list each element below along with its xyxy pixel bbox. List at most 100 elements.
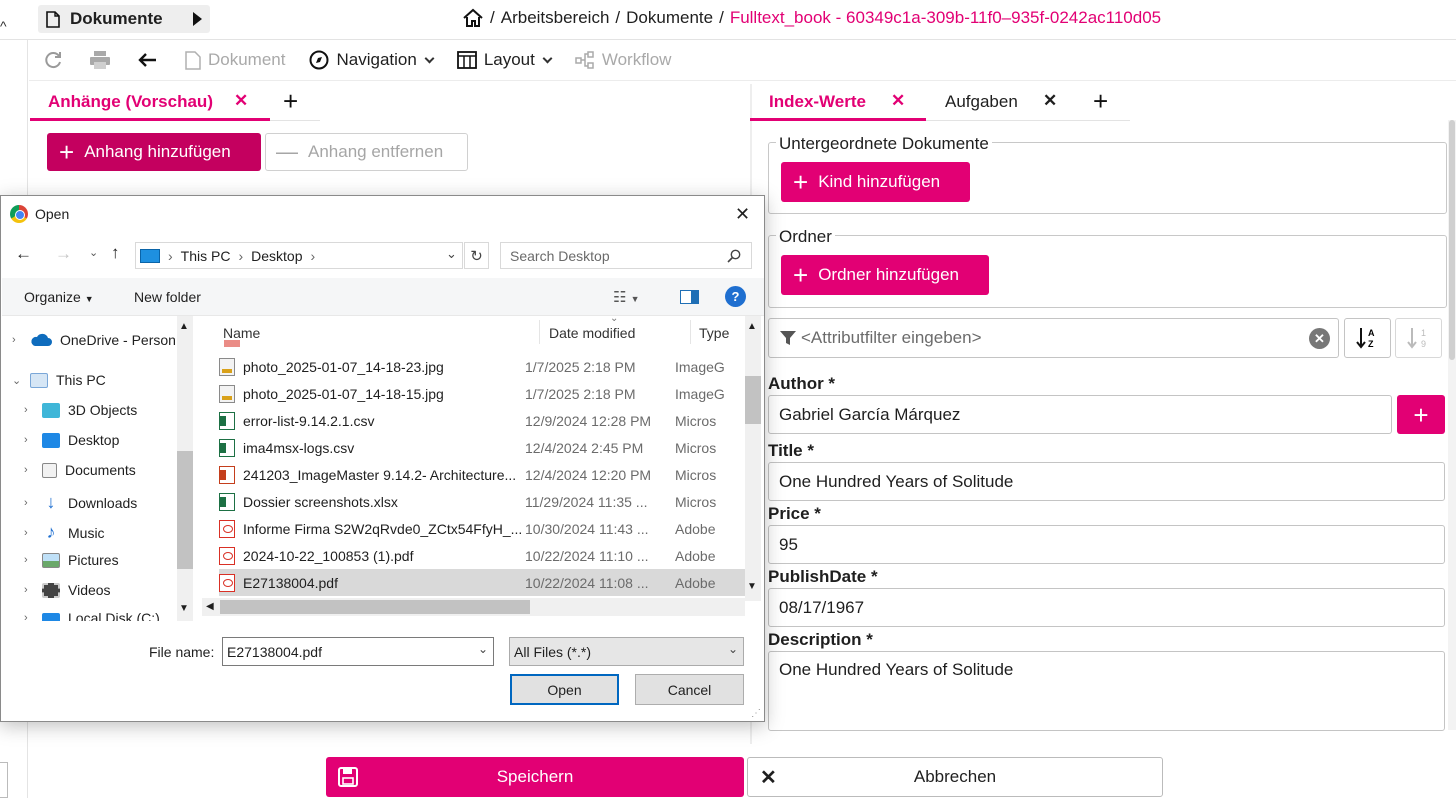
scroll-left-icon[interactable]: ◀	[206, 601, 214, 612]
breadcrumb-workspace[interactable]: Arbeitsbereich	[501, 8, 610, 28]
add-child-button[interactable]: + Kind hinzufügen	[781, 162, 970, 202]
collapsed-panel-handle[interactable]	[0, 762, 8, 798]
nav-item-onedrive[interactable]: › OneDrive - Person	[12, 332, 176, 348]
file-row[interactable]: Dossier screenshots.xlsx 11/29/2024 11:3…	[219, 488, 745, 515]
close-tab-icon[interactable]: ✕	[1043, 91, 1057, 111]
add-tab-icon[interactable]: +	[1093, 88, 1108, 114]
tab-index-values[interactable]: Index-Werte	[769, 92, 866, 112]
back-button[interactable]	[137, 52, 157, 68]
file-row[interactable]: photo_2025-01-07_14-18-23.jpg 1/7/2025 2…	[219, 353, 745, 380]
title-input[interactable]: One Hundred Years of Solitude	[768, 462, 1445, 501]
print-button[interactable]	[89, 50, 111, 70]
expand-arrow-icon[interactable]: ›	[24, 612, 34, 621]
layout-menu[interactable]: Layout	[456, 50, 553, 70]
save-button[interactable]: Speichern	[326, 757, 744, 797]
file-row[interactable]: Informe Firma S2W2qRvde0_ZCtx54FfyH_... …	[219, 515, 745, 542]
document-menu[interactable]: Dokument	[185, 50, 285, 70]
nav-item-documents[interactable]: › Documents	[24, 462, 136, 478]
right-pane-scrollbar[interactable]	[1448, 120, 1456, 730]
expand-arrow-icon[interactable]: ›	[24, 464, 34, 476]
author-input[interactable]: Gabriel García Márquez	[768, 395, 1392, 434]
cancel-button[interactable]: ✕ Abbrechen	[747, 757, 1163, 797]
refresh-button[interactable]	[43, 50, 63, 70]
close-tab-icon[interactable]: ✕	[234, 91, 248, 111]
file-row[interactable]: photo_2025-01-07_14-18-15.jpg 1/7/2025 2…	[219, 380, 745, 407]
remove-attachment-button[interactable]: — Anhang entfernen	[265, 133, 468, 171]
column-header-name[interactable]: Name	[223, 325, 260, 341]
nav-scrollbar[interactable]: ▲ ▼	[177, 316, 193, 621]
expand-arrow-icon[interactable]: ›	[12, 334, 22, 346]
nav-item-this-pc[interactable]: ⌄ This PC	[12, 372, 106, 388]
nav-item-music[interactable]: › ♪ Music	[24, 522, 105, 543]
search-input[interactable]: Search Desktop	[500, 242, 752, 269]
back-arrow-icon[interactable]: ←	[15, 244, 32, 264]
view-options-icon[interactable]: ☷ ▼	[613, 288, 640, 306]
column-divider[interactable]	[690, 320, 691, 344]
navigation-menu[interactable]: Navigation	[309, 50, 435, 70]
home-icon[interactable]	[462, 8, 484, 28]
nav-item-videos[interactable]: › Videos	[24, 582, 111, 598]
file-row[interactable]: ima4msx-logs.csv 12/4/2024 2:45 PM Micro…	[219, 434, 745, 461]
expand-arrow-icon[interactable]: ›	[24, 404, 34, 416]
refresh-icon[interactable]: ↻	[464, 242, 489, 269]
workflow-menu[interactable]: Workflow	[575, 50, 671, 70]
column-header-date[interactable]: Date modified	[549, 325, 635, 341]
scrollbar-thumb[interactable]	[220, 600, 530, 614]
expand-arrow-icon[interactable]: ›	[24, 554, 34, 566]
add-folder-button[interactable]: + Ordner hinzufügen	[781, 255, 989, 295]
play-icon[interactable]	[192, 12, 202, 26]
address-bar[interactable]: › This PC › Desktop › ⌄	[135, 242, 463, 269]
scroll-down-icon[interactable]: ▼	[747, 581, 757, 592]
chevron-down-icon[interactable]: ⌄	[446, 246, 457, 262]
price-input[interactable]: 95	[768, 525, 1445, 564]
file-row[interactable]: error-list-9.14.2.1.csv 12/9/2024 12:28 …	[219, 407, 745, 434]
new-folder-button[interactable]: New folder	[134, 289, 201, 305]
dialog-cancel-button[interactable]: Cancel	[635, 674, 744, 705]
path-desktop[interactable]: Desktop	[251, 248, 302, 264]
tab-attachments-preview[interactable]: Anhänge (Vorschau)	[48, 92, 213, 112]
nav-item-local-disk[interactable]: › Local Disk (C:)	[24, 610, 160, 621]
preview-pane-icon[interactable]	[680, 290, 699, 304]
scroll-up-icon[interactable]: ▲	[747, 321, 757, 332]
up-arrow-icon[interactable]: ↑	[111, 243, 120, 263]
path-this-pc[interactable]: This PC	[181, 248, 231, 264]
chevron-down-icon[interactable]: ⌄	[478, 642, 488, 656]
expand-arrow-icon[interactable]: ›	[24, 584, 34, 596]
breadcrumb-documents[interactable]: Dokumente	[626, 8, 713, 28]
documents-tab[interactable]: Dokumente	[38, 5, 210, 33]
publishdate-input[interactable]: 08/17/1967	[768, 588, 1445, 627]
scroll-down-icon[interactable]: ▼	[179, 603, 189, 614]
filename-input[interactable]: E27138004.pdf ⌄	[222, 637, 494, 666]
add-tab-icon[interactable]: +	[283, 88, 298, 114]
column-header-type[interactable]: Type	[699, 325, 729, 341]
add-attachment-button[interactable]: + Anhang hinzufügen	[47, 133, 261, 171]
file-list-hscrollbar[interactable]: ◀	[202, 598, 745, 616]
column-divider[interactable]	[539, 320, 540, 344]
nav-item-pictures[interactable]: › Pictures	[24, 552, 119, 568]
scrollbar-thumb[interactable]	[745, 376, 761, 424]
file-row[interactable]: 2024-10-22_100853 (1).pdf 10/22/2024 11:…	[219, 542, 745, 569]
file-row-selected[interactable]: E27138004.pdf 10/22/2024 11:08 ... Adobe	[219, 569, 745, 596]
clear-filter-icon[interactable]: ✕	[1309, 328, 1330, 349]
scroll-up-icon[interactable]: ▲	[179, 321, 189, 332]
help-icon[interactable]: ?	[725, 286, 746, 307]
attribute-filter-input[interactable]: <Attributfilter eingeben>	[768, 318, 1339, 358]
collapse-arrow-icon[interactable]: ⌄	[12, 374, 22, 387]
filetype-select[interactable]: All Files (*.*) ⌄	[509, 637, 744, 666]
nav-item-downloads[interactable]: › ↓ Downloads	[24, 492, 137, 513]
recent-locations-icon[interactable]: ⌄	[89, 246, 98, 259]
forward-arrow-icon[interactable]: →	[55, 244, 72, 264]
file-row[interactable]: 241203_ImageMaster 9.14.2- Architecture.…	[219, 461, 745, 488]
tab-tasks[interactable]: Aufgaben	[945, 92, 1018, 112]
nav-item-3d-objects[interactable]: › 3D Objects	[24, 402, 137, 418]
file-list-vscrollbar[interactable]: ▲ ▼	[745, 316, 761, 601]
open-button[interactable]: Open	[510, 674, 619, 705]
resize-grip-icon[interactable]: ⋰	[751, 708, 761, 719]
add-author-button[interactable]: +	[1397, 395, 1445, 434]
sort-numeric-button[interactable]: 19	[1395, 318, 1442, 358]
scrollbar-thumb[interactable]	[177, 451, 193, 569]
scrollbar-thumb[interactable]	[1449, 120, 1455, 360]
expand-arrow-icon[interactable]: ›	[24, 527, 34, 539]
close-dialog-icon[interactable]: ✕	[735, 204, 750, 225]
close-tab-icon[interactable]: ✕	[891, 91, 905, 111]
